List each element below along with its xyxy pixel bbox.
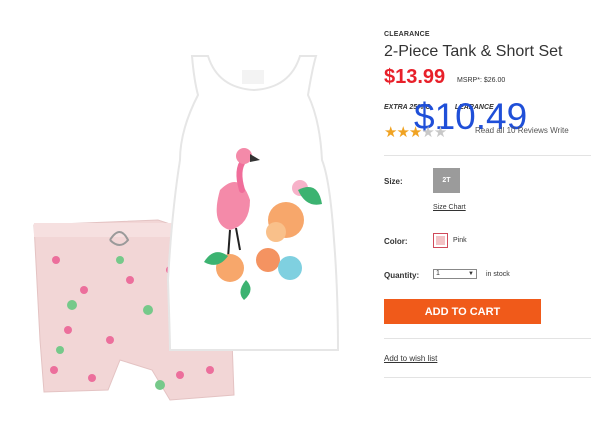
rating-stars: ★★★★★ — [384, 123, 447, 141]
quantity-value: 1 — [436, 270, 440, 277]
product-image — [33, 55, 340, 401]
chevron-down-icon: ▼ — [468, 271, 474, 277]
product-info-panel: CLEARANCE 2-Piece Tank & Short Set $13.9… — [384, 0, 597, 423]
add-to-cart-button[interactable]: ADD TO CART — [384, 299, 541, 324]
divider — [384, 338, 591, 339]
star-empty-icons: ★★ — [421, 124, 447, 141]
star-filled-icons: ★★★ — [384, 124, 422, 141]
clearance-badge: CLEARANCE — [384, 31, 430, 38]
divider — [384, 377, 591, 378]
color-swatch-pink[interactable] — [433, 233, 448, 248]
quantity-label: Quantity: — [384, 271, 420, 280]
color-name: Pink — [453, 237, 467, 244]
reviews-link[interactable]: Read all 10 Reviews Write — [475, 126, 569, 135]
size-option-2t[interactable]: 2T — [433, 168, 460, 193]
tank-top-image — [166, 55, 340, 351]
size-label: Size: — [384, 177, 403, 186]
product-title: 2-Piece Tank & Short Set — [384, 43, 563, 60]
color-label: Color: — [384, 237, 408, 246]
add-to-wish-list-link[interactable]: Add to wish list — [384, 354, 437, 363]
size-chart-link[interactable]: Size Chart — [433, 204, 466, 211]
sale-price: $13.99 — [384, 66, 446, 88]
divider — [384, 155, 591, 156]
msrp-price: MSRP*: $26.00 — [457, 77, 506, 84]
stock-status: in stock — [486, 271, 510, 278]
quantity-select[interactable]: 1 ▼ — [433, 269, 477, 279]
